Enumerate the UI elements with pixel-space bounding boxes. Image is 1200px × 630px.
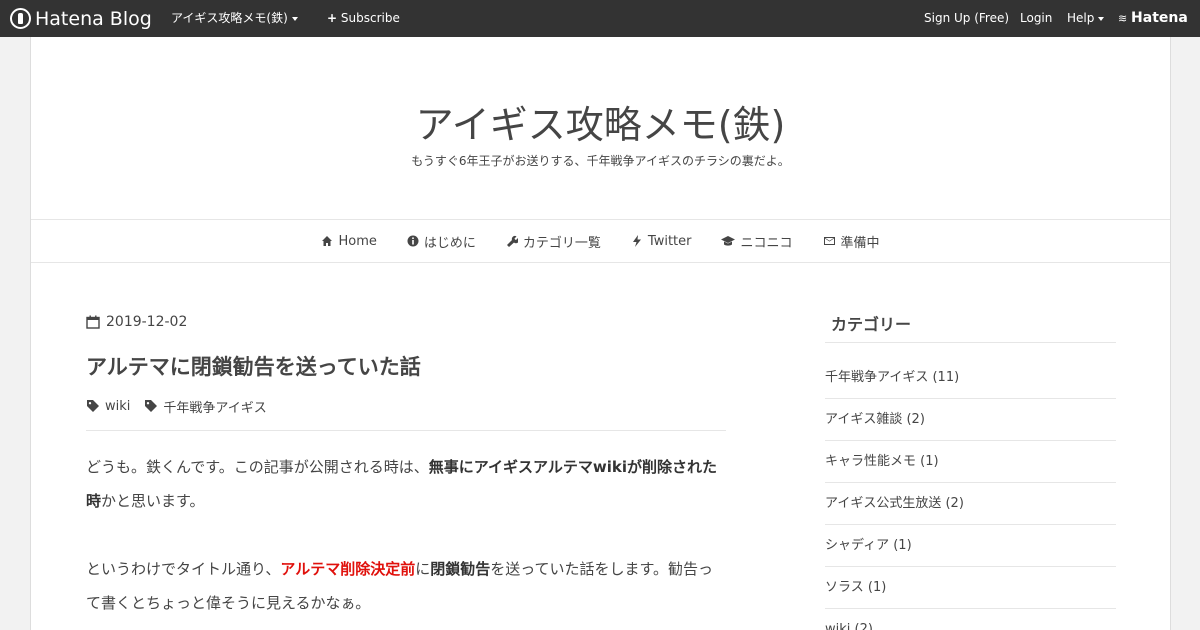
- logo-text: Hatena Blog: [35, 7, 152, 30]
- category-item[interactable]: キャラ性能メモ (1): [825, 441, 1116, 483]
- hatena-logo-icon: [10, 8, 31, 29]
- help-label: Help: [1067, 11, 1095, 25]
- hatena-bird-icon: ≋: [1118, 12, 1128, 25]
- text: どうも。鉄くんです。この記事が公開される時は、: [86, 458, 429, 476]
- nav-item-junbichu[interactable]: 準備中: [823, 232, 880, 251]
- tag-icon: [87, 400, 99, 412]
- subscribe-label: Subscribe: [340, 11, 400, 25]
- wrench-icon: [506, 236, 518, 247]
- global-nav: Home はじめに カテゴリ一覧 Twitter ニコニコ 準備中: [31, 219, 1170, 263]
- category-item[interactable]: アイギス雑談 (2): [825, 399, 1116, 441]
- sidebar-title: カテゴリー: [825, 307, 1116, 343]
- tag-icon: [145, 400, 158, 412]
- entry-article: 2019-12-02 アルテマに閉鎖勧告を送っていた話 wiki 千年戦争アイギ…: [86, 307, 726, 620]
- nav-item-categories[interactable]: カテゴリ一覧: [506, 232, 601, 251]
- tag-label: 千年戦争アイギス: [163, 400, 267, 416]
- signup-link[interactable]: Sign Up (Free): [924, 0, 1009, 37]
- plus-icon: +: [327, 11, 338, 25]
- hatena-link[interactable]: ≋ Hatena: [1118, 0, 1188, 37]
- subscribe-button[interactable]: + Subscribe: [327, 0, 400, 37]
- nav-item-hajimeni[interactable]: はじめに: [407, 232, 476, 251]
- date-label: 2019-12-02: [106, 314, 188, 330]
- category-item[interactable]: wiki (2): [825, 609, 1116, 630]
- login-link[interactable]: Login: [1020, 0, 1052, 37]
- nav-label: 準備中: [840, 235, 880, 251]
- category-item[interactable]: アイギス公式生放送 (2): [825, 483, 1116, 525]
- entry-tags: wiki 千年戦争アイギス: [86, 396, 726, 416]
- nav-label: Twitter: [647, 233, 692, 249]
- text: というわけでタイトル通り、: [86, 560, 281, 578]
- bolt-icon: [632, 235, 641, 247]
- nav-item-niconico[interactable]: ニコニコ: [721, 232, 793, 251]
- text: かと思います。: [101, 492, 205, 510]
- paragraph-2: というわけでタイトル通り、アルテマ削除決定前に閉鎖勧告を送っていた話をします。勧…: [86, 552, 726, 620]
- category-item[interactable]: シャディア (1): [825, 525, 1116, 567]
- blog-menu-label: アイギス攻略メモ(鉄): [171, 11, 288, 25]
- blog-title[interactable]: アイギス攻略メモ(鉄): [31, 94, 1170, 149]
- category-item[interactable]: ソラス (1): [825, 567, 1116, 609]
- graduation-cap-icon: [721, 236, 736, 246]
- home-icon: [322, 236, 333, 246]
- calendar-icon: [86, 315, 100, 329]
- entry-title[interactable]: アルテマに閉鎖勧告を送っていた話: [86, 351, 726, 383]
- chevron-down-icon: [291, 16, 298, 21]
- nav-label: Home: [338, 233, 377, 249]
- help-dropdown[interactable]: Help: [1067, 0, 1105, 37]
- category-item[interactable]: 千年戦争アイギス (11): [825, 357, 1116, 399]
- red-bold-text: アルテマ削除決定前: [280, 560, 416, 578]
- category-list: 千年戦争アイギス (11) アイギス雑談 (2) キャラ性能メモ (1) アイギ…: [825, 357, 1116, 630]
- chevron-down-icon: [1098, 16, 1105, 21]
- tag-aigis[interactable]: 千年戦争アイギス: [144, 397, 267, 416]
- nav-label: はじめに: [423, 235, 476, 251]
- blog-description: もうすぐ6年王子がお送りする、千年戦争アイギスのチラシの裏だよ。: [411, 154, 790, 168]
- hatena-label: Hatena: [1131, 10, 1188, 26]
- text: に: [415, 560, 431, 578]
- hatena-blog-logo[interactable]: Hatena Blog: [10, 6, 152, 31]
- bold-text: 閉鎖勧告: [430, 560, 491, 578]
- entry-date[interactable]: 2019-12-02: [86, 307, 726, 337]
- tag-wiki[interactable]: wiki: [86, 399, 130, 414]
- nav-label: ニコニコ: [740, 235, 793, 251]
- blog-menu-dropdown[interactable]: アイギス攻略メモ(鉄): [171, 0, 298, 37]
- nav-item-twitter[interactable]: Twitter: [631, 233, 692, 249]
- hatena-topbar: Hatena Blog アイギス攻略メモ(鉄) + Subscribe Sign…: [0, 0, 1200, 37]
- info-icon: [407, 235, 419, 247]
- tag-label: wiki: [105, 398, 131, 414]
- divider: [86, 430, 726, 431]
- sidebar: カテゴリー 千年戦争アイギス (11) アイギス雑談 (2) キャラ性能メモ (…: [825, 307, 1116, 630]
- paragraph-1: どうも。鉄くんです。この記事が公開される時は、無事にアイギスアルテマwikiが削…: [86, 450, 726, 518]
- nav-item-home[interactable]: Home: [321, 233, 377, 249]
- envelope-icon: [823, 237, 835, 245]
- blog-container: アイギス攻略メモ(鉄) もうすぐ6年王子がお送りする、千年戦争アイギスのチラシの…: [30, 37, 1171, 630]
- nav-label: カテゴリ一覧: [522, 235, 601, 251]
